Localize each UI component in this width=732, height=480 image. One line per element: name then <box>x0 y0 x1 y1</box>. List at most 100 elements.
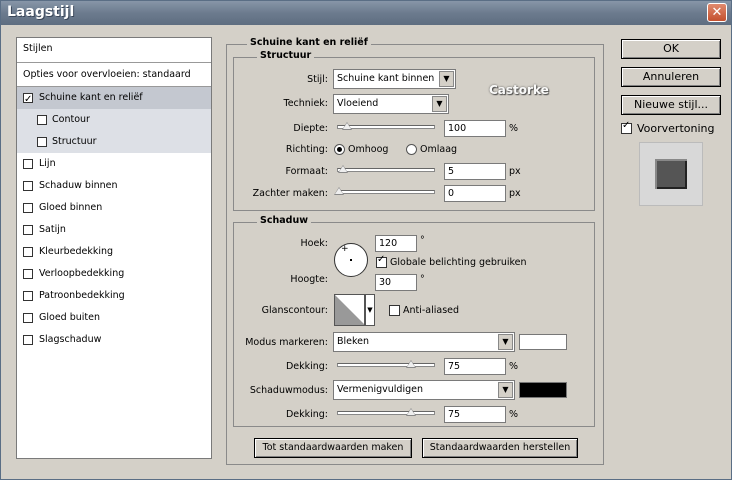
depth-slider[interactable] <box>337 122 435 130</box>
style-select-value: Schuine kant binnen <box>337 73 435 84</box>
shadow-opacity-slider[interactable] <box>337 408 435 416</box>
drop-shadow-checkbox[interactable] <box>23 335 33 345</box>
title-bar[interactable]: Laagstijl ✕ <box>1 1 731 25</box>
list-item-satin[interactable]: Satijn <box>17 219 211 241</box>
depth-input[interactable]: 100 <box>444 120 506 137</box>
angle-dial[interactable]: + <box>334 243 368 277</box>
inner-shadow-checkbox[interactable] <box>23 181 33 191</box>
list-item-label: Kleurbedekking <box>39 246 114 257</box>
direction-up-label[interactable]: Omhoog <box>348 144 388 155</box>
divider <box>17 62 211 63</box>
make-default-button[interactable]: Tot standaardwaarden maken <box>254 438 412 458</box>
texture-checkbox[interactable] <box>37 137 47 147</box>
satin-checkbox[interactable] <box>23 225 33 235</box>
preview-thumbnail <box>639 142 703 206</box>
list-item-color-overlay[interactable]: Kleurbedekking <box>17 241 211 263</box>
blend-options-item[interactable]: Opties voor overvloeien: standaard <box>17 64 211 86</box>
shadow-opacity-thumb[interactable] <box>406 408 416 416</box>
shadow-mode-label: Schaduwmodus: <box>249 385 328 396</box>
chevron-down-icon[interactable]: ▼ <box>498 334 513 350</box>
highlight-opacity-thumb[interactable] <box>406 360 416 368</box>
size-input[interactable]: 5 <box>444 163 506 180</box>
list-item-label: Slagschaduw <box>39 334 102 345</box>
altitude-input[interactable]: 30 <box>375 274 417 291</box>
shadow-mode-select[interactable]: Vermenigvuldigen ▼ <box>333 380 515 400</box>
size-unit: px <box>509 166 521 177</box>
list-item-contour[interactable]: Contour <box>17 109 211 131</box>
crosshair-icon: + <box>341 244 349 254</box>
preview-label[interactable]: Voorvertoning <box>637 122 714 135</box>
list-item-label: Schaduw binnen <box>39 180 118 191</box>
new-style-button[interactable]: Nieuwe stijl... <box>621 95 721 115</box>
shadow-opacity-unit: % <box>509 409 519 420</box>
list-item-label: Schuine kant en reliëf <box>39 92 143 103</box>
direction-down-radio[interactable] <box>406 144 417 155</box>
preview-checkbox[interactable] <box>621 120 632 134</box>
gloss-contour-label: Glanscontour: <box>261 305 328 316</box>
angle-input[interactable]: 120 <box>375 235 417 252</box>
structure-title: Structuur <box>257 50 315 61</box>
bevel-emboss-checkbox[interactable] <box>23 89 33 111</box>
direction-up-radio[interactable] <box>334 144 345 155</box>
chevron-down-icon[interactable]: ▼ <box>439 71 454 87</box>
list-item-drop-shadow[interactable]: Slagschaduw <box>17 329 211 351</box>
chevron-down-icon[interactable]: ▼ <box>432 96 447 112</box>
list-item-label: Patroonbedekking <box>39 290 125 301</box>
anti-aliased-checkbox[interactable] <box>389 305 400 316</box>
depth-label: Diepte: <box>293 123 328 134</box>
highlight-opacity-unit: % <box>509 361 519 372</box>
chevron-down-icon[interactable]: ▼ <box>498 382 513 398</box>
highlight-color-swatch[interactable] <box>519 334 567 350</box>
pattern-overlay-checkbox[interactable] <box>23 291 33 301</box>
inner-glow-checkbox[interactable] <box>23 203 33 213</box>
list-item-inner-glow[interactable]: Gloed binnen <box>17 197 211 219</box>
technique-select[interactable]: Vloeiend ▼ <box>333 94 449 114</box>
shadow-opacity-input[interactable]: 75 <box>444 406 506 423</box>
list-item-outer-glow[interactable]: Gloed buiten <box>17 307 211 329</box>
list-item-label: Verloopbedekking <box>39 268 125 279</box>
close-icon[interactable]: ✕ <box>707 3 727 22</box>
ok-button[interactable]: OK <box>621 39 721 59</box>
list-item-stroke[interactable]: Lijn <box>17 153 211 175</box>
soften-slider-thumb[interactable] <box>334 187 344 195</box>
watermark-text: Castorke <box>489 83 549 97</box>
direction-down-label[interactable]: Omlaag <box>420 144 457 155</box>
color-overlay-checkbox[interactable] <box>23 247 33 257</box>
contour-checkbox[interactable] <box>37 115 47 125</box>
depth-slider-thumb[interactable] <box>342 122 352 130</box>
size-slider[interactable] <box>337 165 435 173</box>
gradient-overlay-checkbox[interactable] <box>23 269 33 279</box>
outer-glow-checkbox[interactable] <box>23 313 33 323</box>
style-select[interactable]: Schuine kant binnen ▼ <box>333 69 456 89</box>
chevron-down-icon[interactable]: ▼ <box>365 294 375 326</box>
stroke-checkbox[interactable] <box>23 159 33 169</box>
anti-aliased-label[interactable]: Anti-aliased <box>403 305 459 316</box>
highlight-opacity-slider[interactable] <box>337 360 435 368</box>
highlight-mode-select[interactable]: Bleken ▼ <box>333 332 515 352</box>
cancel-button[interactable]: Annuleren <box>621 67 721 87</box>
highlight-opacity-input[interactable]: 75 <box>444 358 506 375</box>
altitude-label: Hoogte: <box>290 274 328 285</box>
list-item-pattern-overlay[interactable]: Patroonbedekking <box>17 285 211 307</box>
shadow-color-swatch[interactable] <box>519 382 567 398</box>
soften-input[interactable]: 0 <box>444 185 506 202</box>
soften-slider[interactable] <box>334 187 435 195</box>
reset-default-button[interactable]: Standaardwaarden herstellen <box>422 438 578 458</box>
technique-label: Techniek: <box>283 98 329 109</box>
list-item-texture[interactable]: Structuur <box>17 131 211 153</box>
soften-label: Zachter maken: <box>252 188 328 199</box>
angle-dial-center <box>350 259 352 261</box>
list-item-bevel-emboss[interactable]: Schuine kant en reliëf <box>17 87 211 111</box>
styles-header[interactable]: Stijlen <box>17 38 211 60</box>
list-item-inner-shadow[interactable]: Schaduw binnen <box>17 175 211 197</box>
altitude-unit: ° <box>420 274 425 285</box>
list-item-label: Contour <box>52 114 90 125</box>
global-light-label[interactable]: Globale belichting gebruiken <box>390 257 527 268</box>
global-light-checkbox[interactable] <box>376 254 387 268</box>
shading-title: Schaduw <box>257 215 311 226</box>
list-item-gradient-overlay[interactable]: Verloopbedekking <box>17 263 211 285</box>
list-item-label: Lijn <box>39 158 56 169</box>
size-slider-thumb[interactable] <box>338 165 348 173</box>
gloss-contour-picker[interactable] <box>334 294 365 326</box>
list-item-label: Gloed buiten <box>39 312 100 323</box>
